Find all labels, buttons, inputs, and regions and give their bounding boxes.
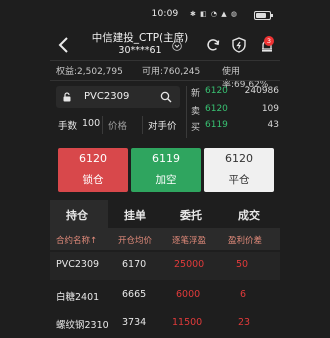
quote-ask: 卖 6120 109	[191, 104, 279, 118]
tab-orders[interactable]: 委托	[180, 207, 202, 223]
quote-panel: 新 6120 240986 卖 6120 109 买 6119 43	[186, 86, 279, 138]
quote-ask-volume: 109	[261, 104, 279, 114]
status-bar: 10:09 ✱ ◧ ◔ ▲ ◍	[0, 0, 330, 24]
tab-trades[interactable]: 成交	[238, 207, 260, 223]
notification-badge: 3	[264, 36, 274, 46]
lock-position-button[interactable]: 6120 锁仓	[58, 148, 128, 192]
col-avg-price[interactable]: 开仓均价	[118, 234, 152, 246]
table-row[interactable]: 螺纹钢2310 3734 11500 23	[50, 310, 280, 338]
table-row[interactable]: PVC2309 6170 25000 50	[50, 252, 280, 280]
search-icon[interactable]	[160, 91, 172, 103]
account-available: 可用:760,245	[142, 67, 201, 77]
tab-positions[interactable]: 持仓	[66, 207, 88, 223]
row-spread: 50	[236, 259, 249, 270]
short-price: 6119	[152, 152, 180, 165]
tab-pending[interactable]: 挂单	[124, 207, 146, 223]
open-short-button[interactable]: 6119 加空	[131, 148, 201, 192]
row-contract: PVC2309	[56, 259, 100, 270]
status-icons: ✱ ◧ ◔ ▲ ◍	[190, 10, 238, 18]
table-row[interactable]: 白糖2401 6665 6000 6	[50, 282, 280, 310]
symbol-code: PVC2309	[84, 91, 130, 102]
header-divider	[50, 60, 280, 61]
row-avg-price: 6170	[122, 259, 147, 270]
col-spread[interactable]: 盈利价差	[228, 234, 262, 246]
quantity-label: 手数	[58, 121, 78, 132]
back-arrow-icon[interactable]	[56, 36, 72, 54]
counter-price-button[interactable]: 对手价	[148, 118, 177, 132]
close-label: 平仓	[228, 174, 250, 186]
battery-icon	[254, 11, 273, 20]
quote-bid-label: 买	[191, 123, 201, 133]
positions-table-header: 合约名称↑ 开仓均价 逐笔浮盈 盈利价差	[50, 228, 280, 250]
shield-icon[interactable]	[230, 36, 248, 54]
short-label: 加空	[155, 174, 177, 186]
symbol-search-box[interactable]: PVC2309	[56, 86, 180, 108]
refresh-icon[interactable]	[204, 36, 222, 54]
quote-bid-volume: 43	[267, 120, 279, 130]
row-avg-price: 6665	[122, 289, 147, 300]
row-avg-price: 3734	[122, 317, 147, 328]
row-contract: 白糖2401	[56, 292, 100, 303]
quote-bid-price: 6119	[205, 120, 228, 130]
col-contract[interactable]: 合约名称↑	[56, 234, 97, 246]
row-float-pnl: 6000	[176, 289, 201, 300]
app-screen: 10:09 ✱ ◧ ◔ ▲ ◍ 中信建投_CTP(主席) 30****61 3 …	[0, 0, 330, 331]
order-entry-panel: PVC2309 手数 100 价格 对手价	[56, 84, 181, 142]
separator	[102, 116, 103, 134]
account-title[interactable]: 中信建投_CTP(主席)	[80, 30, 200, 45]
row-float-pnl: 11500	[172, 317, 203, 328]
account-equity: 权益:2,502,795	[56, 67, 123, 77]
quote-last-label: 新	[191, 89, 201, 99]
row-spread: 23	[238, 317, 251, 328]
price-input[interactable]: 价格	[108, 118, 127, 132]
quote-bid: 买 6119 43	[191, 120, 279, 134]
quote-last: 新 6120 240986	[191, 86, 279, 100]
row-contract: 螺纹钢2310	[56, 320, 109, 331]
close-position-button[interactable]: 6120 平仓	[204, 148, 274, 192]
quote-ask-label: 卖	[191, 107, 201, 117]
chevron-down-icon[interactable]	[172, 41, 182, 51]
lock-label: 锁仓	[82, 174, 104, 186]
status-time: 10:09	[151, 9, 179, 19]
quote-last-volume: 240986	[244, 86, 279, 96]
quantity-price-row: 手数 100 价格 对手价	[56, 114, 180, 136]
separator	[142, 116, 143, 134]
lock-icon[interactable]	[62, 92, 72, 102]
close-price: 6120	[225, 152, 253, 165]
account-divider	[50, 80, 280, 81]
quantity-input[interactable]: 100	[82, 118, 100, 129]
row-spread: 6	[240, 289, 247, 300]
quote-ask-price: 6120	[205, 104, 228, 114]
lock-price: 6120	[79, 152, 107, 165]
quote-last-price: 6120	[205, 86, 228, 96]
row-float-pnl: 25000	[174, 259, 205, 270]
account-summary: 权益:2,502,795 可用:760,245 使用率:69.62%	[56, 64, 276, 90]
col-float-pnl[interactable]: 逐笔浮盈	[172, 234, 206, 246]
position-tabs: 持仓 挂单 委托 成交	[50, 200, 280, 228]
